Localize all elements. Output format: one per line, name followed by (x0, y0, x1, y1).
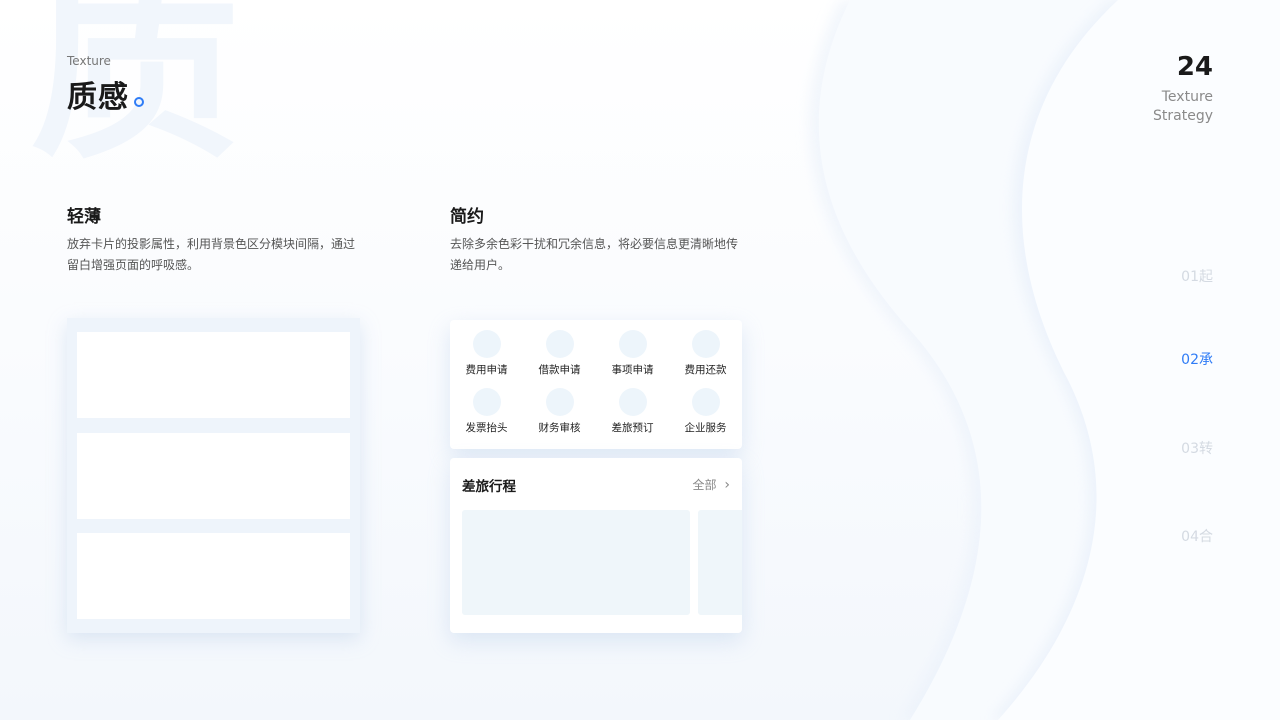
section-light-desc: 放弃卡片的投影属性，利用背景色区分模块间隔，通过 留白增强页面的呼吸感。 (67, 234, 355, 276)
travel-booking-icon (618, 388, 647, 416)
page-number: 24 (1176, 52, 1213, 82)
light-demo-panel (67, 318, 360, 633)
title-dot-icon (134, 97, 144, 107)
page-title: 质感 (67, 80, 129, 115)
grid-item-label: 发票抬头 (465, 422, 508, 434)
page-subtitle: Texture (67, 54, 111, 68)
title-watermark: 质 (30, 0, 241, 188)
invoice-title-icon (472, 388, 501, 416)
function-grid-card: 费用申请 借款申请 事项申请 费用还款 发票抬头 财务审核 差旅预订 企业服务 (450, 320, 742, 449)
grid-item-expense-apply[interactable]: 费用申请 (450, 330, 523, 377)
expense-apply-icon (472, 330, 501, 358)
grid-item-finance-review[interactable]: 财务审核 (523, 388, 596, 435)
grid-item-enterprise-service[interactable]: 企业服务 (669, 388, 742, 435)
nav-item-03[interactable]: 03转 (1181, 438, 1213, 458)
matter-apply-icon (618, 330, 647, 358)
grid-item-label: 事项申请 (611, 364, 654, 376)
trip-view-all-label: 全部 (692, 478, 717, 492)
page-label: Texture Strategy (1153, 88, 1213, 126)
nav-item-04[interactable]: 04合 (1181, 526, 1213, 546)
loan-apply-icon (545, 330, 574, 358)
grid-item-label: 差旅预订 (611, 422, 654, 434)
grid-item-label: 费用申请 (465, 364, 508, 376)
trip-item-card[interactable] (462, 510, 690, 615)
nav-item-01[interactable]: 01起 (1181, 266, 1213, 286)
grid-item-label: 借款申请 (538, 364, 581, 376)
grid-item-label: 企业服务 (684, 422, 727, 434)
section-simple-desc-line1: 去除多余色彩干扰和冗余信息，将必要信息更清晰地传 (450, 237, 739, 251)
grid-item-travel-booking[interactable]: 差旅预订 (596, 388, 669, 435)
light-demo-card (77, 433, 350, 519)
page-label-line2: Strategy (1153, 108, 1213, 124)
light-demo-card (77, 332, 350, 418)
section-light-title: 轻薄 (67, 207, 101, 227)
finance-review-icon (545, 388, 574, 416)
trip-item-card[interactable] (698, 510, 742, 615)
nav-item-02[interactable]: 02承 (1181, 349, 1213, 369)
light-demo-card (77, 533, 350, 619)
grid-item-matter-apply[interactable]: 事项申请 (596, 330, 669, 377)
trip-view-all-link[interactable]: 全部 › (693, 476, 730, 493)
trip-title: 差旅行程 (462, 479, 516, 495)
chevron-right-icon: › (724, 477, 730, 493)
trip-card: 差旅行程 全部 › (450, 458, 742, 633)
expense-repay-icon (691, 330, 720, 358)
grid-item-label: 费用还款 (684, 364, 727, 376)
grid-item-invoice-title[interactable]: 发票抬头 (450, 388, 523, 435)
section-light-desc-line1: 放弃卡片的投影属性，利用背景色区分模块间隔，通过 (67, 237, 356, 251)
section-light-desc-line2: 留白增强页面的呼吸感。 (67, 258, 200, 272)
grid-item-loan-apply[interactable]: 借款申请 (523, 330, 596, 377)
grid-item-expense-repay[interactable]: 费用还款 (669, 330, 742, 377)
section-simple-title: 简约 (450, 207, 484, 227)
section-simple-desc-line2: 递给用户。 (450, 258, 511, 272)
page-label-line1: Texture (1161, 89, 1213, 105)
enterprise-service-icon (691, 388, 720, 416)
section-simple-desc: 去除多余色彩干扰和冗余信息，将必要信息更清晰地传 递给用户。 (450, 234, 738, 276)
grid-item-label: 财务审核 (538, 422, 581, 434)
